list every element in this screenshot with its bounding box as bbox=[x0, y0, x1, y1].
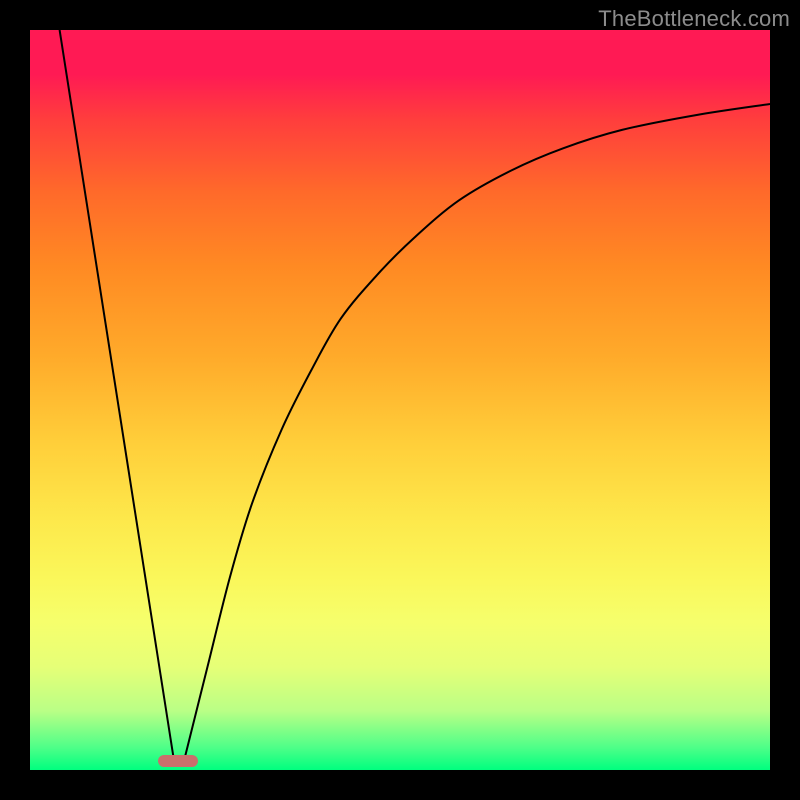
chart-container: TheBottleneck.com bbox=[0, 0, 800, 800]
curve-left-branch bbox=[60, 30, 175, 763]
minimum-marker bbox=[158, 755, 198, 767]
curve-svg bbox=[30, 30, 770, 770]
curve-right-branch bbox=[185, 104, 770, 755]
watermark-text: TheBottleneck.com bbox=[598, 6, 790, 32]
plot-area bbox=[30, 30, 770, 770]
